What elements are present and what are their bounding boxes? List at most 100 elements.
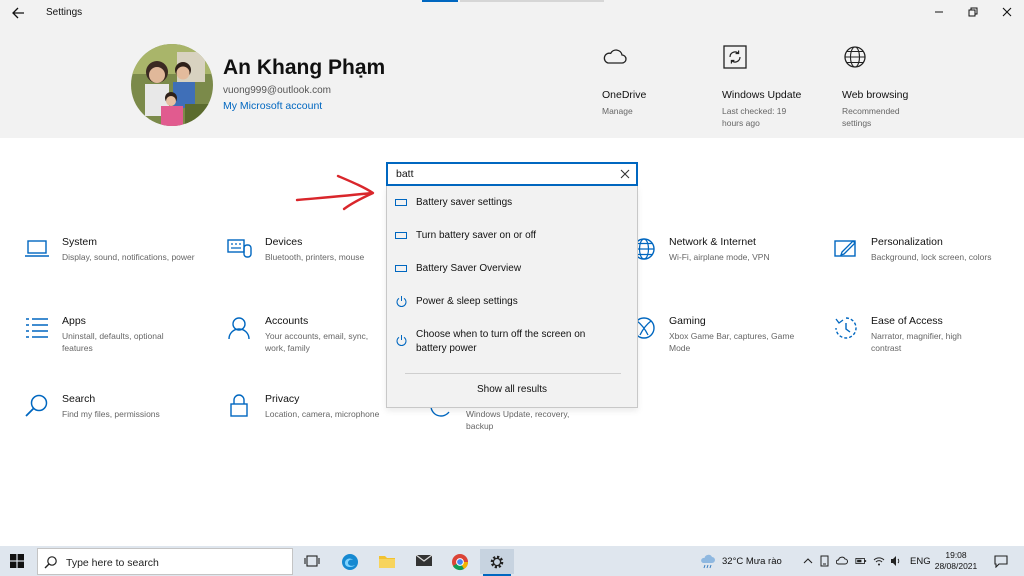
phone-link-icon[interactable]: [819, 555, 831, 567]
quick-link-web-browsing[interactable]: Web browsing Recommended settings: [842, 44, 912, 129]
clear-search-icon[interactable]: [620, 169, 630, 179]
battery-tray-icon[interactable]: [855, 555, 867, 567]
quick-link-subtitle: Recommended settings: [842, 106, 900, 128]
tile-apps[interactable]: Apps Uninstall, defaults, optional featu…: [24, 315, 204, 355]
tile-search[interactable]: Search Find my files, permissions: [24, 393, 204, 433]
task-view-button[interactable]: [296, 549, 330, 574]
devices-icon: [227, 239, 252, 258]
battery-icon: [395, 199, 407, 206]
tile-subtitle: Narrator, magnifier, high contrast: [871, 331, 962, 353]
clock-date: 28/08/2021: [934, 561, 978, 571]
cloud-icon: [603, 49, 627, 64]
taskbar-clock[interactable]: 19:08 28/08/2021: [931, 550, 981, 572]
mail-app-button[interactable]: [407, 549, 441, 574]
globe-icon: [844, 46, 866, 68]
tile-gaming[interactable]: Gaming Xbox Game Bar, captures, Game Mod…: [631, 315, 811, 355]
tile-accounts[interactable]: Accounts Your accounts, email, sync, wor…: [227, 315, 407, 355]
tile-title: Apps: [62, 315, 86, 327]
tile-title: Gaming: [669, 315, 706, 327]
edge-app-button[interactable]: [333, 549, 367, 574]
tile-title: System: [62, 236, 98, 248]
gear-icon: [490, 555, 504, 569]
quick-link-title: Web browsing: [842, 89, 909, 101]
close-icon[interactable]: [1000, 5, 1014, 19]
person-icon: [228, 317, 250, 340]
tile-subtitle: Uninstall, defaults, optional features: [62, 331, 164, 353]
weather-text[interactable]: 32°C Mưa rào: [722, 556, 782, 567]
show-all-results-link[interactable]: Show all results: [387, 384, 637, 395]
tile-devices[interactable]: Devices Bluetooth, printers, mouse: [227, 236, 407, 276]
laptop-icon: [25, 240, 49, 257]
search-result-label: Turn battery saver on or off: [416, 230, 537, 241]
user-name: An Khang Phạm: [223, 56, 386, 79]
taskbar-search-placeholder: Type here to search: [66, 557, 159, 569]
search-result-item[interactable]: Choose when to turn off the screen on ba…: [387, 326, 637, 356]
accent-bar: [422, 0, 458, 2]
tile-title: Privacy: [265, 393, 300, 405]
chrome-app-button[interactable]: [443, 549, 477, 574]
tile-privacy[interactable]: Privacy Location, camera, microphone: [227, 393, 407, 433]
ease-of-access-icon: [835, 317, 857, 339]
search-icon: [25, 394, 48, 417]
search-result-item[interactable]: Battery Saver Overview: [387, 260, 637, 278]
restore-icon[interactable]: [966, 5, 980, 19]
taskbar-search-input[interactable]: Type here to search: [37, 548, 293, 575]
accent-bar-track: [460, 0, 604, 2]
settings-app-button[interactable]: [480, 549, 514, 576]
wifi-icon[interactable]: [873, 555, 885, 567]
back-arrow-icon[interactable]: [10, 5, 26, 21]
tile-ease-of-access[interactable]: Ease of Access Narrator, magnifier, high…: [833, 315, 1013, 355]
settings-search-input[interactable]: batt: [386, 162, 638, 186]
tile-personalization[interactable]: Personalization Background, lock screen,…: [833, 236, 1013, 276]
quick-link-title: Windows Update: [722, 89, 802, 101]
speaker-icon[interactable]: [890, 555, 902, 567]
annotation-arrow-icon: [295, 174, 375, 211]
power-icon: [396, 296, 407, 307]
battery-icon: [395, 265, 407, 272]
user-email: vuong999@outlook.com: [223, 85, 331, 96]
chevron-up-icon[interactable]: [802, 555, 814, 567]
search-result-label: Choose when to turn off the screen on ba…: [416, 329, 586, 354]
quick-link-title: OneDrive: [602, 89, 647, 101]
search-result-item[interactable]: Battery saver settings: [387, 194, 637, 212]
search-result-label: Battery saver settings: [416, 197, 513, 208]
quick-link-onedrive[interactable]: OneDrive Manage: [602, 44, 692, 117]
results-divider: [405, 373, 621, 374]
search-result-label: Battery Saver Overview: [416, 263, 522, 274]
lock-icon: [230, 394, 248, 417]
mail-icon: [415, 554, 433, 566]
tile-subtitle: Background, lock screen, colors: [871, 252, 992, 262]
battery-icon: [395, 232, 407, 239]
tile-subtitle: Bluetooth, printers, mouse: [265, 252, 365, 262]
search-result-item[interactable]: Power & sleep settings: [387, 293, 637, 311]
file-explorer-button[interactable]: [370, 549, 404, 574]
avatar[interactable]: [131, 44, 213, 126]
task-view-icon: [304, 555, 320, 567]
microsoft-account-link[interactable]: My Microsoft account: [223, 100, 322, 112]
personalization-icon: [834, 240, 856, 257]
tile-subtitle: Display, sound, notifications, power: [62, 252, 195, 262]
tile-system[interactable]: System Display, sound, notifications, po…: [24, 236, 204, 276]
search-results-dropdown: Battery saver settings Turn battery save…: [386, 186, 638, 408]
window-title: Settings: [46, 7, 83, 18]
windows-start-icon[interactable]: [10, 554, 24, 568]
power-icon: [396, 335, 407, 346]
clock-time: 19:08: [945, 550, 967, 560]
search-result-item[interactable]: Turn battery saver on or off: [387, 227, 637, 245]
tile-subtitle: Location, camera, microphone: [265, 409, 380, 419]
minimize-icon[interactable]: [932, 5, 946, 19]
search-result-label: Power & sleep settings: [416, 296, 518, 307]
cloud-sync-icon[interactable]: [836, 555, 848, 567]
tile-title: Accounts: [265, 315, 309, 327]
notification-icon[interactable]: [994, 554, 1008, 568]
windows-update-icon: [723, 45, 747, 69]
taskbar: Type here to search 32°C Mưa rào ENG 19:…: [0, 546, 1024, 576]
tile-title: Ease of Access: [871, 315, 943, 327]
language-indicator[interactable]: ENG: [910, 556, 931, 567]
tile-network[interactable]: Network & Internet Wi-Fi, airplane mode,…: [631, 236, 811, 276]
chrome-browser-icon: [452, 554, 469, 571]
tile-title: Search: [62, 393, 96, 405]
weather-rain-icon[interactable]: [700, 553, 716, 569]
search-input-value: batt: [396, 168, 414, 180]
quick-link-windows-update[interactable]: Windows Update Last checked: 19 hours ag…: [722, 44, 802, 129]
